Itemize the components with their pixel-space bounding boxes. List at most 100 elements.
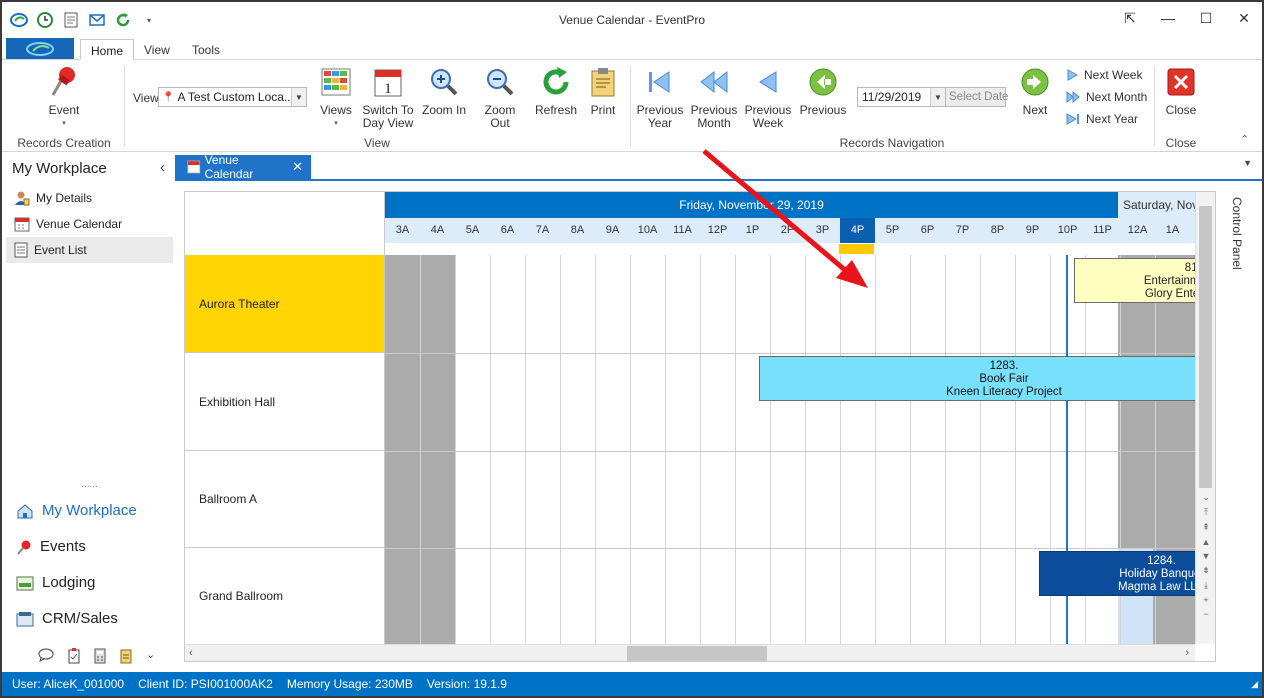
hour-label: 8P xyxy=(990,224,1005,236)
forward-arrow-icon xyxy=(1067,69,1078,81)
zoom-in-button[interactable]: Zoom In xyxy=(422,66,466,117)
resize-grip-icon[interactable]: ◢ xyxy=(1251,679,1258,690)
sidebar-item-event-list[interactable]: Event List xyxy=(6,237,173,263)
zoom-plus-icon[interactable]: + xyxy=(1203,595,1208,605)
resource-header-corner xyxy=(185,192,385,255)
svg-text:1: 1 xyxy=(384,81,392,97)
hour-label: 3P xyxy=(815,224,830,236)
appointment-entertainment-event[interactable]: 817. Entertainment Event Glory Entertain… xyxy=(1074,258,1195,303)
minimize-button[interactable]: — xyxy=(1160,10,1176,27)
nav-lodging[interactable]: Lodging xyxy=(16,574,95,591)
scroll-page-up-icon[interactable]: ⇞ xyxy=(1202,522,1210,533)
collapse-ribbon-icon[interactable]: ⌃ xyxy=(1240,133,1249,146)
scroll-first-icon[interactable]: ⤒ xyxy=(1204,507,1208,518)
scroll-last-icon[interactable]: ⤓ xyxy=(1204,580,1208,591)
restore-ribbon-button[interactable]: ⇱ xyxy=(1122,10,1138,27)
window-title: Venue Calendar - EventPro xyxy=(558,13,706,27)
ribbon-tabs: Home View Tools xyxy=(2,38,1262,60)
previous-week-button[interactable]: Previous Week xyxy=(744,66,792,130)
close-tab-icon[interactable]: ✕ xyxy=(292,159,303,175)
tab-venue-calendar[interactable]: Venue Calendar ✕ xyxy=(175,153,311,181)
tab-view[interactable]: View xyxy=(134,39,180,60)
previous-button[interactable]: Previous xyxy=(798,66,848,117)
task-clipboard-icon[interactable] xyxy=(68,648,80,667)
hour-gridline xyxy=(490,255,491,644)
user-details-icon xyxy=(15,191,30,206)
calendar-icon xyxy=(187,160,201,174)
collapse-sidebar-icon[interactable]: ‹ xyxy=(160,159,165,176)
hour-label: 1P xyxy=(745,224,760,236)
hour-label: 11P xyxy=(1093,224,1112,236)
scroll-down-icon[interactable]: ⌄ xyxy=(1202,492,1210,503)
previous-year-button[interactable]: Previous Year xyxy=(636,66,684,130)
zoom-out-icon xyxy=(484,66,516,98)
new-event-button[interactable]: Event ▾ xyxy=(40,66,88,130)
hour-gridline xyxy=(735,255,736,644)
hour-gridline xyxy=(840,255,841,644)
horizontal-scrollbar[interactable]: ‹ › xyxy=(185,644,1195,661)
zoom-minus-icon[interactable]: − xyxy=(1203,609,1208,619)
vertical-scroll-thumb[interactable] xyxy=(1199,206,1212,488)
hour-label: 10A xyxy=(637,224,658,236)
nav-my-workplace[interactable]: My Workplace xyxy=(16,502,137,519)
chat-icon[interactable] xyxy=(38,648,54,667)
control-panel-sidebar[interactable]: Control Panel xyxy=(1218,191,1260,662)
close-group-label: Close xyxy=(1165,136,1197,150)
previous-month-button[interactable]: Previous Month xyxy=(690,66,738,130)
scroll-down-arrow-icon[interactable]: ▼ xyxy=(1202,551,1211,561)
nav-events[interactable]: Events xyxy=(16,538,86,555)
status-version: Version: 19.1.9 xyxy=(426,677,507,691)
view-combo[interactable]: 📍 A Test Custom Loca... ▼ xyxy=(158,87,307,107)
next-year-button[interactable]: Next Year xyxy=(1066,112,1138,126)
tab-home[interactable]: Home xyxy=(80,39,135,60)
refresh-button[interactable]: Refresh xyxy=(534,66,578,117)
hour-gridline xyxy=(420,255,421,644)
zoom-out-button[interactable]: Zoom Out xyxy=(474,66,526,130)
hour-gridline xyxy=(665,255,666,644)
vertical-scrollbar[interactable]: ⌄ ⤒ ⇞ ▲ ▼ ⇟ ⤓ + − xyxy=(1195,192,1215,644)
sidebar-item-my-details[interactable]: My Details xyxy=(6,185,173,211)
tab-tools[interactable]: Tools xyxy=(182,39,230,60)
select-date-button[interactable]: Select Date xyxy=(945,87,1008,107)
sidebar: My Workplace ‹ My Details Venue Calendar… xyxy=(6,154,173,669)
scroll-right-icon[interactable]: › xyxy=(1185,647,1189,659)
views-button[interactable]: Views ▾ xyxy=(318,66,354,130)
close-button[interactable]: Close xyxy=(1163,66,1199,117)
hour-gridline xyxy=(560,255,561,644)
next-month-button[interactable]: Next Month xyxy=(1066,90,1147,104)
appointment-book-fair[interactable]: 1283. Book Fair Kneen Literacy Project xyxy=(759,356,1195,401)
hour-label: 4P xyxy=(840,218,875,243)
ribbon: Event ▾ Records Creation View 📍 A Test C… xyxy=(2,60,1262,152)
sidebar-item-venue-calendar[interactable]: Venue Calendar xyxy=(6,211,173,237)
tab-list-dropdown-icon[interactable]: ▼ xyxy=(1243,158,1252,168)
home-icon xyxy=(17,503,33,518)
calculator-icon[interactable] xyxy=(94,648,106,667)
sidebar-splitter[interactable]: ...... xyxy=(6,480,173,490)
chevron-down-icon[interactable]: ▼ xyxy=(291,88,306,106)
scroll-left-icon[interactable]: ‹ xyxy=(189,647,193,659)
hour-label: 1A xyxy=(1165,224,1180,236)
chevron-down-icon[interactable]: ▼ xyxy=(930,88,945,106)
next-week-button[interactable]: Next Week xyxy=(1066,68,1142,82)
records-navigation-group-label: Records Navigation xyxy=(839,136,945,150)
date-picker[interactable]: 11/29/2019 ▼ xyxy=(857,87,946,107)
next-button[interactable]: Next xyxy=(1016,66,1054,117)
more-options-chevron-icon[interactable]: ⌄ xyxy=(146,648,155,667)
notes-icon[interactable] xyxy=(120,648,132,667)
resource-row[interactable]: Ballroom A xyxy=(185,451,385,548)
schedule-grid[interactable]: 817. Entertainment Event Glory Entertain… xyxy=(385,255,1195,644)
file-menu-button[interactable] xyxy=(6,38,74,59)
close-window-button[interactable]: ✕ xyxy=(1236,10,1252,27)
horizontal-scroll-thumb[interactable] xyxy=(627,646,767,661)
resource-row[interactable]: Exhibition Hall xyxy=(185,353,385,451)
maximize-button[interactable]: ☐ xyxy=(1198,10,1214,27)
resource-row[interactable]: Aurora Theater xyxy=(185,255,385,353)
switch-to-day-view-button[interactable]: 1 Switch To Day View xyxy=(362,66,414,130)
resource-row[interactable]: Grand Ballroom xyxy=(185,548,385,644)
scroll-up-icon[interactable]: ▲ xyxy=(1202,537,1211,547)
status-user: User: AliceK_001000 xyxy=(12,677,125,691)
scroll-page-down-icon[interactable]: ⇟ xyxy=(1202,565,1210,576)
print-button[interactable]: Print xyxy=(586,66,620,117)
appointment-holiday-banquet[interactable]: 1284. Holiday Banquet Magma Law LLC xyxy=(1039,551,1195,596)
nav-crm-sales[interactable]: CRM/Sales xyxy=(16,610,118,627)
